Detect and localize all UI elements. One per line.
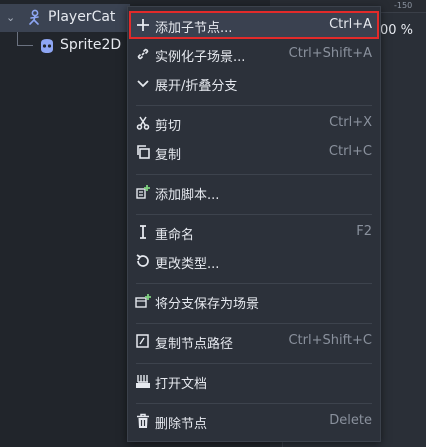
menu-separator [136,174,372,175]
tree-row-root[interactable]: ⌄ PlayerCat [0,4,130,32]
node-path-icon [136,334,149,348]
sprite-icon [41,39,53,53]
chevron-down-icon[interactable]: ⌄ [6,11,15,24]
menu-item-label: 剪切 [155,119,182,134]
menu-separator [136,323,372,324]
copy-icon [137,145,150,159]
menu-item-attach-script[interactable]: 添加脚本... [129,178,379,206]
text-cursor-icon [140,225,146,239]
menu-item-rename[interactable]: 重命名 F2 [129,218,379,246]
menu-item-label: 将分支保存为场景 [155,297,260,312]
menu-item-label: 更改类型... [155,257,220,272]
menu-item-label: 重命名 [155,228,195,243]
context-menu: 添加子节点... Ctrl+A 实例化子场景... Ctrl+Shift+A 展… [127,6,381,442]
menu-item-change-type[interactable]: 更改类型... [129,247,379,275]
plus-icon [137,19,149,31]
menu-item-copy[interactable]: 复制 Ctrl+C [129,138,379,166]
script-add-icon [136,185,150,199]
tree-row-child[interactable]: Sprite2D [0,32,130,60]
menu-item-label: 复制节点路径 [155,337,234,352]
menu-item-open-documentation[interactable]: 打开文档 [129,367,379,395]
tree-child-label: Sprite2D [60,37,122,53]
menu-item-delete-node[interactable]: 删除节点 Delete [129,407,379,435]
rotate-icon [136,254,149,267]
menu-item-label: 添加脚本... [155,188,220,203]
menu-item-label: 添加子节点... [155,21,233,36]
chevron-down-icon [137,80,149,88]
menu-item-save-branch-as-scene[interactable]: 将分支保存为场景 [129,287,379,315]
menu-item-expand-collapse-branch[interactable]: 展开/折叠分支 [129,69,379,97]
menu-item-copy-node-path[interactable]: 复制节点路径 Ctrl+Shift+C [129,327,379,355]
menu-item-shortcut: Ctrl+A [329,17,372,32]
menu-item-label: 复制 [155,148,182,163]
menu-separator [136,105,372,106]
menu-item-label: 打开文档 [155,377,208,392]
menu-item-shortcut: Ctrl+X [329,115,372,130]
zoom-label[interactable]: 00 % [380,23,413,38]
menu-item-cut[interactable]: 剪切 Ctrl+X [129,109,379,137]
menu-item-shortcut: Ctrl+C [328,144,372,159]
doc-icon [136,375,150,388]
menu-item-label: 展开/折叠分支 [155,79,238,94]
menu-item-shortcut: Ctrl+Shift+C [288,333,372,348]
menu-item-instantiate-child-scene[interactable]: 实例化子场景... Ctrl+Shift+A [129,40,379,68]
save-branch-icon [135,294,151,308]
menu-item-shortcut: F2 [356,224,372,239]
menu-separator [136,403,372,404]
menu-item-add-child-node[interactable]: 添加子节点... Ctrl+A [129,11,379,39]
menu-item-label: 实例化子场景... [155,50,246,65]
menu-item-label: 删除节点 [155,417,208,432]
trash-icon [137,413,149,428]
menu-separator [136,214,372,215]
character-body-icon [29,9,39,25]
tree-root-label: PlayerCat [48,9,116,25]
link-icon [137,48,149,60]
menu-separator [136,363,372,364]
ruler-label: -150 [394,1,413,10]
scissors-icon [136,116,150,130]
menu-separator [136,283,372,284]
menu-item-shortcut: Ctrl+Shift+A [288,46,372,61]
menu-item-shortcut: Delete [329,413,372,428]
